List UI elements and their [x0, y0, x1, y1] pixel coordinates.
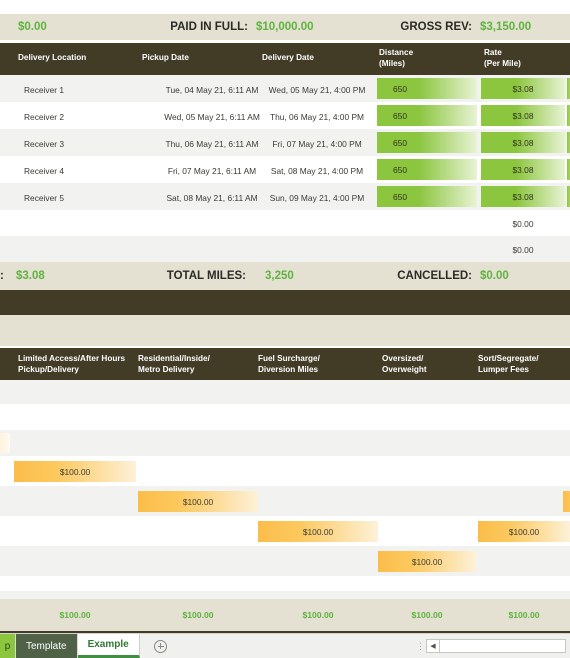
shipment-table-header: Delivery Location Pickup Date Delivery D…	[0, 43, 570, 75]
table-row[interactable]: Receiver 5 Sat, 08 May 21, 6:11 AM Sun, …	[0, 183, 570, 210]
cell-distance-databar: 650	[377, 105, 477, 126]
col-header-delivery-date: Delivery Date	[262, 53, 314, 62]
col-header-pickup-date: Pickup Date	[142, 53, 189, 62]
col-header-limited-access: Limited Access/After Hours Pickup/Delive…	[18, 354, 126, 374]
cell-rate-databar: $3.08	[481, 159, 565, 180]
gross-rev-label: GROSS REV:	[400, 21, 472, 33]
top-blank-strip	[0, 0, 570, 14]
cell-rate: $0.00	[512, 219, 534, 229]
top-summary-bar: $0.00 PAID IN FULL: $10,000.00 GROSS REV…	[0, 14, 570, 40]
accessorial-table-header: Limited Access/After Hours Pickup/Delive…	[0, 348, 570, 380]
table-row[interactable]	[0, 404, 570, 430]
plus-circle-icon	[154, 639, 168, 653]
cell-delivery: Wed, 05 May 21, 4:00 PM	[268, 85, 366, 95]
summary-left-value: $0.00	[18, 21, 47, 33]
total-miles-label: TOTAL MILES:	[166, 270, 246, 282]
total-oversized: $100.00	[411, 610, 443, 620]
table-row[interactable]: $100.00	[0, 456, 570, 486]
table-row[interactable]: $100.00	[0, 546, 570, 576]
table-row[interactable]: Receiver 3 Thu, 06 May 21, 6:11 AM Fri, …	[0, 129, 570, 156]
paid-in-full-label: PAID IN FULL:	[170, 21, 248, 33]
col-header-distance: Distance (Miles)	[379, 48, 414, 68]
cell-sort-segregate-databar: $100.00	[478, 521, 570, 542]
table-row[interactable]	[0, 576, 570, 591]
cell-next-column-sliver	[563, 491, 570, 512]
sheet-tab-truncated[interactable]: p	[0, 634, 16, 658]
col-header-rate: Rate (Per Mile)	[484, 48, 521, 68]
cell-rate: $0.00	[512, 245, 534, 255]
sheet-tab-template[interactable]: Template	[16, 634, 78, 658]
table-row[interactable]	[0, 430, 570, 456]
table-row[interactable]	[0, 591, 570, 599]
cell-limited-access-databar: $100.00	[14, 461, 136, 482]
cell-distance-databar: 650	[377, 159, 477, 180]
spreadsheet-canvas: $0.00 PAID IN FULL: $10,000.00 GROSS REV…	[0, 0, 570, 658]
col-header-delivery-location: Delivery Location	[18, 53, 87, 62]
cell-delivery: Thu, 06 May 21, 4:00 PM	[269, 112, 365, 122]
cell-rate-databar: $3.08	[481, 186, 565, 207]
gross-rev-value: $3,150.00	[480, 21, 532, 33]
col-header-sort-segregate: Sort/Segregate/ Lumper Fees	[478, 354, 539, 374]
cell-location: Receiver 5	[24, 193, 65, 203]
sheet-tab-bar: p Template Example ⋮ ◀	[0, 633, 570, 658]
cell-oversized-databar: $100.00	[378, 551, 476, 572]
table-row[interactable]: $0.00	[0, 236, 570, 262]
sheet-tab-example[interactable]: Example	[77, 634, 140, 658]
section-divider-dark	[0, 290, 570, 315]
total-miles-value: 3,250	[265, 270, 294, 282]
cell-distance-databar: 650	[377, 186, 477, 207]
table-row[interactable]: Receiver 1 Tue, 04 May 21, 6:11 AM Wed, …	[0, 75, 570, 102]
triangle-left-icon[interactable]: ◀	[427, 640, 440, 652]
cell-delivery: Sun, 09 May 21, 4:00 PM	[269, 193, 365, 203]
cell-residential-databar: $100.00	[138, 491, 258, 512]
cell-fuel-surcharge-databar: $100.00	[258, 521, 378, 542]
total-fuel-surcharge: $100.00	[302, 610, 334, 620]
cell-rate-databar: $3.08	[481, 78, 565, 99]
tabbar-spacer	[182, 634, 416, 658]
cancelled-value: $0.00	[480, 270, 509, 282]
split-handle-icon[interactable]: ⋮	[416, 634, 426, 658]
total-residential: $100.00	[182, 610, 214, 620]
table-row[interactable]: $100.00 $100.00	[0, 516, 570, 546]
table-row[interactable]	[0, 380, 570, 404]
cancelled-label: CANCELLED:	[397, 270, 472, 282]
cell-distance-databar: 650	[377, 78, 477, 99]
cell-rate-databar: $3.08	[481, 132, 565, 153]
avg-rate-value: $3.08	[16, 270, 45, 282]
table-row[interactable]: Receiver 2 Wed, 05 May 21, 6:11 AM Thu, …	[0, 102, 570, 129]
summary-left-label-truncated: :	[0, 270, 4, 282]
cell-location: Receiver 1	[24, 85, 65, 95]
add-sheet-button[interactable]	[140, 634, 182, 658]
col-header-fuel-surcharge: Fuel Surcharge/ Diversion Miles	[258, 354, 320, 374]
cell-delivery: Fri, 07 May 21, 4:00 PM	[272, 139, 362, 149]
cell-rate-databar: $3.08	[481, 105, 565, 126]
bottom-summary-bar: : $3.08 TOTAL MILES: 3,250 CANCELLED: $0…	[0, 262, 570, 290]
cell-location: Receiver 4	[24, 166, 65, 176]
cell-location: Receiver 3	[24, 139, 65, 149]
total-sort-segregate: $100.00	[508, 610, 540, 620]
cell-delivery: Sat, 08 May 21, 4:00 PM	[270, 166, 364, 176]
col-header-residential: Residential/Inside/ Metro Delivery	[138, 354, 210, 374]
cell-location: Receiver 2	[24, 112, 65, 122]
table-row[interactable]: $100.00	[0, 486, 570, 516]
cell-prev-column-sliver	[0, 433, 10, 453]
accessorial-totals-row: $100.00 $100.00 $100.00 $100.00 $100.00	[0, 599, 570, 631]
table-row[interactable]: Receiver 4 Fri, 07 May 21, 6:11 AM Sat, …	[0, 156, 570, 183]
cell-distance-databar: 650	[377, 132, 477, 153]
col-header-oversized: Oversized/ Overweight	[382, 354, 427, 374]
total-limited-access: $100.00	[59, 610, 91, 620]
table-row[interactable]: $0.00	[0, 210, 570, 236]
horizontal-scrollbar[interactable]: ◀	[426, 639, 566, 653]
section-divider-tan	[0, 315, 570, 346]
